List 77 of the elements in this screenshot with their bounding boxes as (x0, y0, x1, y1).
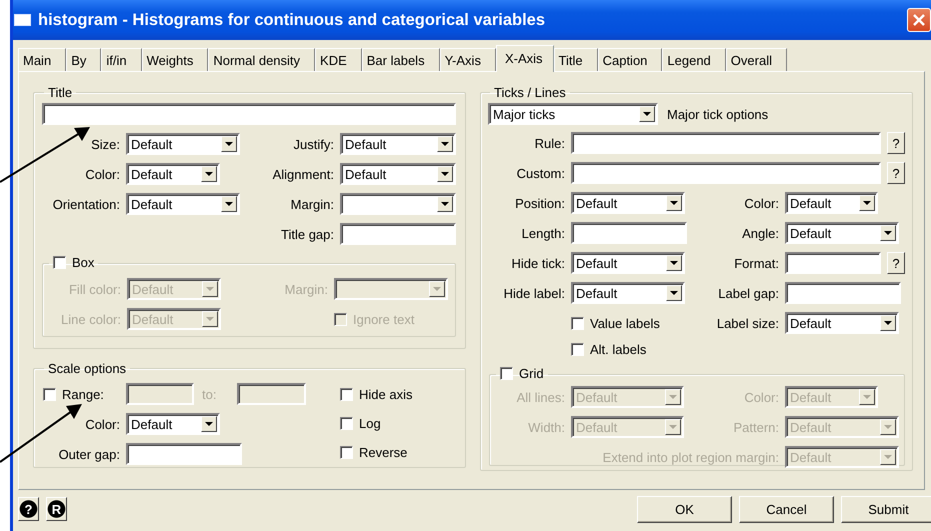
field-label: Label size: (716, 316, 779, 330)
field-label: Orientation: (52, 196, 120, 212)
field-label: Color: (744, 390, 779, 404)
dropdown[interactable]: Default (785, 192, 878, 214)
dropdown[interactable]: Default (785, 222, 899, 244)
button[interactable]: OK (637, 496, 732, 522)
dropdown[interactable]: Default (126, 193, 240, 215)
caption-text: Major tick options (667, 106, 768, 122)
tab[interactable]: By (66, 48, 102, 71)
button[interactable]: Submit (841, 496, 931, 522)
tool-button[interactable]: R (46, 497, 67, 521)
dropdown[interactable]: Default (571, 282, 685, 304)
help-button[interactable]: ? (887, 252, 905, 274)
tab[interactable]: Normal density (208, 48, 316, 71)
help-button[interactable]: ? (887, 162, 905, 184)
dropdown[interactable]: Default (340, 133, 456, 155)
field-label: Margin: (290, 196, 334, 212)
dropdown[interactable]: Default (340, 163, 456, 185)
tab[interactable]: Overall (726, 48, 787, 71)
window-title: histogram - Histograms for continuous and categorical variables (38, 10, 546, 30)
group-title: Title (48, 85, 72, 100)
checkbox-label: Log (359, 416, 381, 431)
field-label: Format: (734, 256, 779, 270)
button[interactable]: Cancel (739, 496, 834, 522)
tab[interactable]: Y-Axis (440, 48, 496, 71)
field-label: Width: (528, 420, 565, 434)
field-label: Size: (91, 136, 120, 152)
checkbox-label: Value labels (590, 316, 660, 330)
tab[interactable]: Bar labels (362, 48, 440, 71)
field-label: Position: (515, 196, 565, 210)
field-label: All lines: (516, 390, 565, 404)
field-label: Custom: (516, 166, 565, 180)
dropdown[interactable]: Default (785, 312, 899, 334)
field-label: Outer gap: (58, 446, 120, 462)
field-label: Color: (744, 196, 779, 210)
tab[interactable]: X-Axis (496, 45, 554, 72)
field-label: Color: (85, 416, 120, 432)
field-label: Line color: (61, 312, 121, 326)
field-label: Label gap: (718, 286, 779, 300)
tab[interactable]: Weights (142, 48, 208, 71)
field-label: Title gap: (281, 226, 334, 242)
checkbox-label: Ignore text (353, 312, 414, 326)
tab[interactable]: KDE (315, 48, 362, 71)
dropdown[interactable]: Major ticks (488, 103, 658, 125)
dropdown[interactable]: Default (571, 252, 685, 274)
tab[interactable]: Legend (662, 48, 726, 71)
checkbox-label: Range: (62, 386, 104, 402)
checkbox-label: Alt. labels (590, 342, 646, 357)
field-label: Hide label: (504, 286, 565, 300)
checkbox-label: Box (72, 255, 94, 270)
field-label: Pattern: (733, 420, 779, 434)
tab[interactable]: Title (554, 48, 598, 71)
field-label: Margin: (284, 282, 328, 296)
dropdown[interactable]: Default (571, 192, 685, 214)
field-label: Length: (522, 226, 565, 240)
checkbox-label: Grid (519, 366, 544, 381)
group-title: Scale options (48, 361, 126, 376)
field-label: Extend into plot region margin: (602, 450, 779, 464)
tool-button[interactable]: ? (18, 497, 39, 521)
dropdown[interactable]: Default (126, 163, 220, 185)
field-label: Alignment: (272, 166, 334, 182)
dropdown[interactable]: Default (126, 413, 220, 435)
field-label: Hide tick: (512, 256, 565, 270)
tab[interactable]: Main (18, 48, 66, 71)
field-label: to: (201, 386, 216, 402)
field-label: Rule: (534, 136, 565, 150)
field-label: Justify: (294, 136, 334, 152)
field-label: Fill color: (68, 282, 121, 296)
group-title: Ticks / Lines (494, 85, 566, 100)
field-label: Angle: (742, 226, 779, 240)
field-label: Color: (85, 166, 120, 182)
tab[interactable]: if/in (101, 48, 142, 71)
checkbox-label: Reverse (359, 445, 408, 460)
tab[interactable]: Caption (598, 48, 662, 71)
dropdown[interactable]: Default (126, 133, 240, 155)
help-button[interactable]: ? (887, 132, 905, 154)
checkbox-label: Hide axis (359, 387, 412, 402)
